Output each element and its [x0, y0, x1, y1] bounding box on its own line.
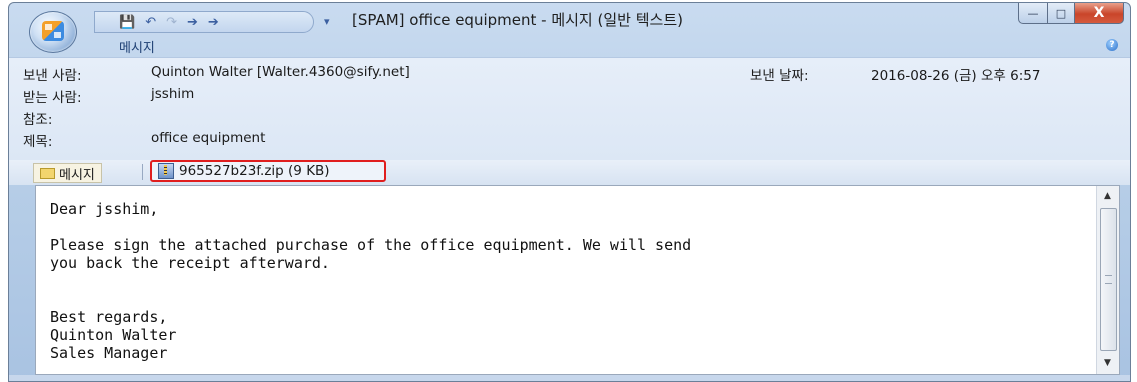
customize-icon[interactable]: ▾	[324, 15, 330, 28]
help-icon[interactable]: ?	[1106, 39, 1118, 51]
message-header: 보낸 사람: Quinton Walter [Walter.4360@sify.…	[9, 57, 1130, 160]
sent-value: 2016-08-26 (금) 오후 6:57	[871, 68, 1041, 84]
to-value[interactable]: jsshim	[151, 86, 194, 102]
outlook-message-window: 💾 ↶ ↷ ➔ ➔ ▾ [SPAM] office equipment - 메시…	[8, 2, 1131, 382]
minimize-button[interactable]: —	[1018, 3, 1048, 24]
up-arrow-icon[interactable]: ➔	[187, 16, 198, 29]
window-controls: — □ X	[1018, 3, 1124, 24]
message-body-text[interactable]: Dear jsshim, Please sign the attached pu…	[50, 200, 691, 362]
maximize-button[interactable]: □	[1048, 3, 1075, 24]
redo-icon[interactable]: ↷	[166, 16, 177, 29]
office-button[interactable]	[29, 11, 77, 53]
subject-value: office equipment	[151, 130, 266, 146]
vertical-scrollbar[interactable]: ▲ ▼	[1096, 186, 1119, 374]
save-icon[interactable]: 💾	[119, 16, 135, 29]
window-title: [SPAM] office equipment - 메시지 (일반 텍스트)	[352, 11, 683, 29]
title-bar: 💾 ↶ ↷ ➔ ➔ ▾ [SPAM] office equipment - 메시…	[9, 3, 1130, 33]
from-label: 보낸 사람:	[23, 68, 82, 84]
subject-label: 제목:	[23, 134, 53, 150]
scroll-thumb[interactable]	[1100, 208, 1117, 351]
undo-icon[interactable]: ↶	[145, 16, 156, 29]
tab-message[interactable]: 메시지	[119, 37, 155, 56]
message-tab[interactable]: 메시지	[33, 163, 102, 183]
attachment-filename: 965527b23f.zip (9 KB)	[179, 163, 330, 179]
envelope-icon	[40, 167, 55, 179]
divider	[142, 164, 143, 180]
quick-access-toolbar: 💾 ↶ ↷ ➔ ➔	[94, 11, 314, 33]
scroll-up-icon[interactable]: ▲	[1099, 188, 1116, 205]
cc-label: 참조:	[23, 112, 53, 128]
down-arrow-icon[interactable]: ➔	[208, 16, 219, 29]
attachment-bar: 메시지 965527b23f.zip (9 KB)	[9, 160, 1130, 185]
window-bottom-edge	[9, 375, 1130, 381]
scroll-down-icon[interactable]: ▼	[1099, 355, 1116, 372]
ribbon-tab-bar: 메시지 ?	[9, 34, 1130, 56]
message-body[interactable]: Dear jsshim, Please sign the attached pu…	[35, 185, 1120, 375]
grip-icon	[1105, 275, 1112, 284]
close-button[interactable]: X	[1075, 3, 1124, 24]
sent-label: 보낸 날짜:	[750, 68, 809, 84]
message-tab-label: 메시지	[59, 167, 95, 183]
to-label: 받는 사람:	[23, 90, 82, 106]
office-logo-icon	[42, 21, 64, 41]
attachment-zip[interactable]: 965527b23f.zip (9 KB)	[150, 160, 386, 182]
from-value[interactable]: Quinton Walter [Walter.4360@sify.net]	[151, 64, 410, 80]
zip-file-icon	[158, 163, 174, 179]
